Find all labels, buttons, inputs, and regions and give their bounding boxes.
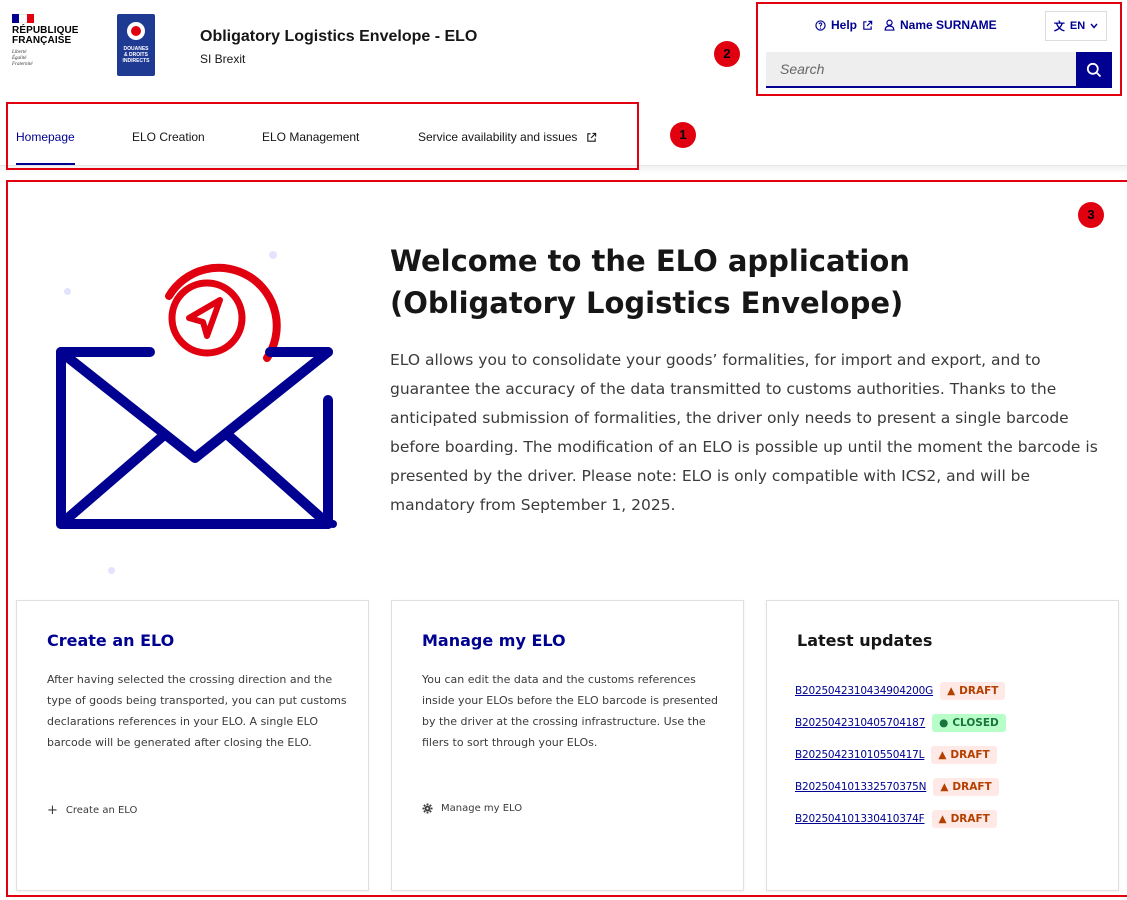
status-badge-label: DRAFT xyxy=(952,781,992,793)
plus-icon: + xyxy=(47,803,58,818)
annotation-marker-1: 1 xyxy=(670,122,696,148)
republic-motto: Liberté Égalité Fraternité xyxy=(12,50,102,68)
latest-updates-title: Latest updates xyxy=(797,631,933,650)
manage-elo-card-title[interactable]: Manage my ELO xyxy=(422,631,566,650)
elo-reference-link[interactable]: B202504231010550417L xyxy=(795,749,925,761)
motto-fraternite: Fraternité xyxy=(12,62,33,67)
navigation-highlight xyxy=(6,102,639,170)
status-badge: ▲ DRAFT xyxy=(931,746,997,764)
chevron-down-icon xyxy=(1090,23,1098,29)
elo-reference-link[interactable]: B2025042310434904200G xyxy=(795,685,933,697)
language-code: EN xyxy=(1069,20,1086,32)
gear-icon xyxy=(422,803,433,814)
language-selector[interactable]: 文 EN xyxy=(1045,11,1107,41)
status-badge: ▲ DRAFT xyxy=(933,778,999,796)
welcome-title: Welcome to the ELO application (Obligato… xyxy=(390,244,910,320)
illustration-inner-circle xyxy=(168,279,246,357)
elo-reference-link[interactable]: B202504101330410374F xyxy=(795,813,925,825)
envelope-flap xyxy=(56,347,333,463)
douane-emblem-icon xyxy=(127,22,145,40)
search-button[interactable] xyxy=(1076,52,1112,88)
elo-reference-link[interactable]: B202504101332570375N xyxy=(795,781,927,793)
list-item: B2025042310434904200G ▲ DRAFT xyxy=(795,675,1115,707)
latest-updates-list: B2025042310434904200G ▲ DRAFT B2025042310… xyxy=(795,675,1115,835)
status-badge: ▲ DRAFT xyxy=(940,682,1006,700)
status-badge-label: DRAFT xyxy=(950,813,990,825)
annotation-marker-2: 2 xyxy=(714,41,740,67)
create-elo-link-label: Create an ELO xyxy=(65,805,138,816)
list-item: B202504231010550417L ▲ DRAFT xyxy=(795,739,1115,771)
list-item: B202504101330410374F ▲ DRAFT xyxy=(795,803,1115,835)
status-badge-label: DRAFT xyxy=(950,749,990,761)
help-link[interactable]: Help xyxy=(815,18,873,32)
header-tools-highlight: Help Name SURNAME 文 EN xyxy=(756,2,1122,96)
check-circle-icon: ● xyxy=(939,717,949,729)
user-icon xyxy=(884,19,895,31)
manage-elo-card[interactable]: Manage my ELO You can edit the data and … xyxy=(391,600,744,891)
envelope-illustration xyxy=(56,263,337,529)
search-icon xyxy=(1086,62,1102,78)
site-header: RÉPUBLIQUE FRANÇAISE Liberté Égalité Fra… xyxy=(0,0,1127,100)
douane-logo-line: INDIRECTS xyxy=(122,58,150,64)
status-badge: ● CLOSED xyxy=(932,714,1006,732)
warning-icon: ▲ xyxy=(938,749,947,761)
illustration-dot xyxy=(329,520,337,528)
warning-icon: ▲ xyxy=(940,781,949,793)
elo-reference-link[interactable]: B2025042310405704187 xyxy=(795,717,925,729)
user-account-link[interactable]: Name SURNAME xyxy=(884,18,997,32)
envelope-bottom-folds xyxy=(56,431,333,529)
manage-elo-link[interactable]: Manage my ELO xyxy=(422,803,522,814)
user-name: Name SURNAME xyxy=(900,18,997,32)
welcome-text: ELO allows you to consolidate your goods… xyxy=(390,351,1098,514)
warning-icon: ▲ xyxy=(947,685,956,697)
external-link-icon xyxy=(863,20,873,30)
warning-icon: ▲ xyxy=(938,813,947,825)
status-badge-label: DRAFT xyxy=(959,685,999,697)
create-elo-link[interactable]: + Create an ELO xyxy=(47,803,137,818)
french-flag-icon xyxy=(12,14,34,23)
create-elo-card-title[interactable]: Create an ELO xyxy=(47,631,174,650)
status-badge-label: CLOSED xyxy=(952,717,999,729)
list-item: B202504101332570375N ▲ DRAFT xyxy=(795,771,1115,803)
service-tagline: SI Brexit xyxy=(200,52,246,66)
annotation-marker-3: 3 xyxy=(1078,202,1104,228)
republique-francaise-logo[interactable]: RÉPUBLIQUE FRANÇAISE Liberté Égalité Fra… xyxy=(12,14,102,86)
search-input[interactable] xyxy=(766,52,1076,88)
status-badge: ▲ DRAFT xyxy=(931,810,997,828)
manage-elo-card-description: You can edit the data and the customs re… xyxy=(422,673,719,749)
search-bar xyxy=(766,52,1112,88)
manage-elo-link-label: Manage my ELO xyxy=(441,803,523,814)
republic-line-2: FRANÇAISE xyxy=(12,35,72,46)
service-title[interactable]: Obligatory Logistics Envelope - ELO xyxy=(200,28,477,46)
question-circle-icon xyxy=(815,19,826,31)
list-item: B2025042310405704187 ● CLOSED xyxy=(795,707,1115,739)
help-label: Help xyxy=(831,18,858,32)
translate-icon: 文 xyxy=(1053,21,1065,33)
create-elo-card[interactable]: Create an ELO After having selected the … xyxy=(16,600,369,891)
latest-updates-card: Latest updates B2025042310434904200G ▲ DR… xyxy=(766,600,1119,891)
douane-logo[interactable]: DOUANES & DROITS INDIRECTS xyxy=(117,14,155,76)
create-elo-card-description: After having selected the crossing direc… xyxy=(47,673,347,749)
